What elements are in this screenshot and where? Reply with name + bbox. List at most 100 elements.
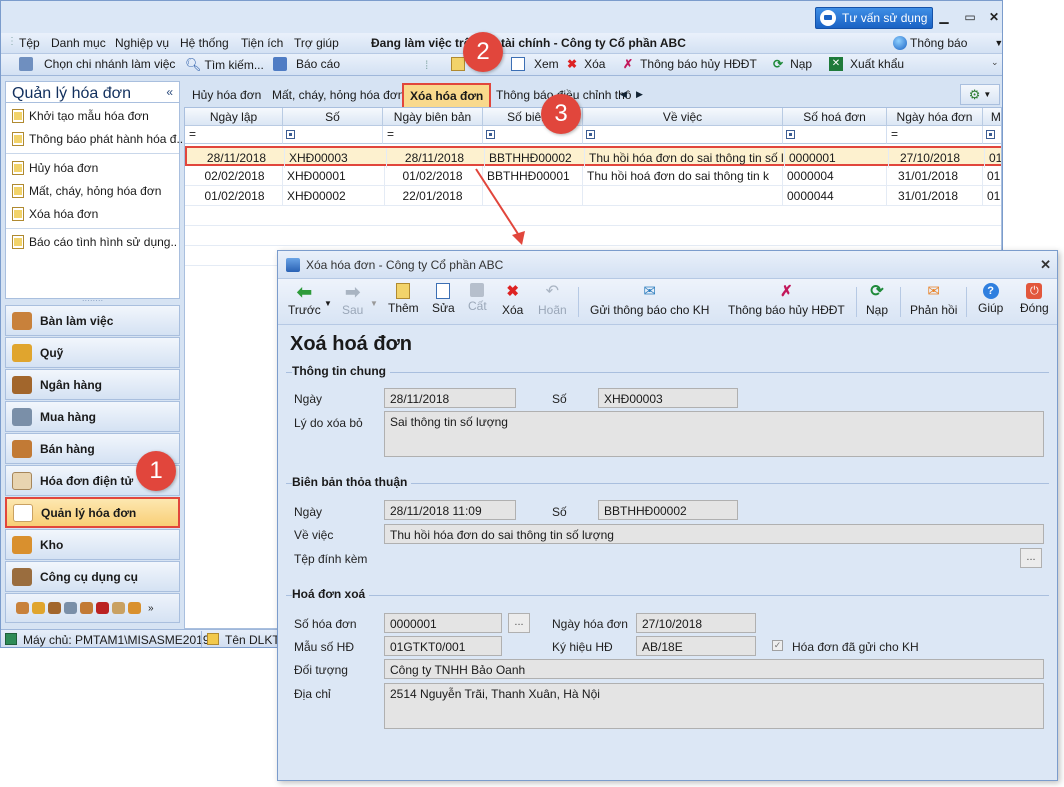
object-field[interactable]: Công ty TNHH Bảo Oanh xyxy=(384,659,1044,679)
symbol-field[interactable]: AB/18E xyxy=(636,636,756,656)
save-button[interactable]: Cất xyxy=(468,283,487,313)
filter-cell[interactable]: = xyxy=(383,126,483,144)
module-purchase[interactable]: Mua hàng xyxy=(5,401,180,432)
column-header[interactable]: Ngày hóa đơn xyxy=(887,108,983,126)
postpone-button[interactable]: ↶ Hoãn xyxy=(538,283,567,317)
agreement-number-field[interactable]: BBTHHĐ00002 xyxy=(598,500,738,520)
grid-settings-button[interactable]: ⚙︎ ▼ xyxy=(960,84,1000,105)
desk-icon xyxy=(12,311,32,330)
column-header[interactable]: Số hoá đơn xyxy=(783,108,887,126)
minimize-button[interactable]: ▁ xyxy=(935,9,953,25)
subject-field[interactable]: Thu hồi hóa đơn do sai thông tin số lượn… xyxy=(384,524,1044,544)
filter-cell[interactable] xyxy=(583,126,783,144)
next-dropdown-icon[interactable]: ▼ xyxy=(370,299,378,308)
tab-scroll-left-icon[interactable]: ◀ xyxy=(620,89,627,100)
task-item-cancel-invoice[interactable]: Hủy hóa đơn xyxy=(12,161,98,175)
column-header[interactable]: Ngày lập xyxy=(185,108,283,126)
tab-lost-invoice[interactable]: Mất, cháy, hỏng hóa đơn xyxy=(272,85,404,107)
cash-icon[interactable] xyxy=(32,602,45,614)
export-button[interactable]: ✕ Xuất khẩu xyxy=(829,57,904,71)
next-button[interactable]: ➡ Sau xyxy=(342,283,363,317)
menu-utilities[interactable]: Tiện ích xyxy=(241,36,283,50)
column-header[interactable]: Số xyxy=(283,108,383,126)
module-bank[interactable]: Ngân hàng xyxy=(5,369,180,400)
filter-cell[interactable] xyxy=(783,126,887,144)
table-row-selected[interactable]: 28/11/2018 XHĐ00003 28/11/2018 BBTHHĐ000… xyxy=(185,146,1001,168)
module-invoice-management[interactable]: Quản lý hóa đơn xyxy=(5,497,180,528)
cancel-notice-button[interactable]: ✗ Thông báo hủy HĐĐT xyxy=(623,57,757,71)
feedback-button[interactable]: ✉ Phản hồi xyxy=(910,283,957,317)
maximize-button[interactable]: ▭ xyxy=(961,9,979,25)
add-button[interactable] xyxy=(451,57,465,71)
filter-cell[interactable] xyxy=(283,126,383,144)
sales-icon[interactable] xyxy=(80,602,93,614)
table-row[interactable]: 02/02/2018 XHĐ00001 01/02/2018 BBTHHĐ000… xyxy=(185,166,1001,186)
menu-help[interactable]: Trợ giúp xyxy=(294,36,339,50)
collapse-icon[interactable]: « xyxy=(166,85,173,99)
branch-button[interactable]: Chọn chi nhánh làm việc xyxy=(19,57,175,71)
module-inventory[interactable]: Kho xyxy=(5,529,180,560)
cancel-notice-button[interactable]: ✗ Thông báo hủy HĐĐT xyxy=(728,283,845,317)
consult-button[interactable]: Tư vấn sử dụng xyxy=(815,7,933,29)
table-row[interactable]: 01/02/2018 XHĐ00002 22/01/2018 0000044 3… xyxy=(185,186,1001,206)
invoice-lookup-button[interactable]: ... xyxy=(508,613,530,633)
purchase-icon[interactable] xyxy=(64,602,77,614)
task-item-delete-invoice[interactable]: Xóa hóa đơn xyxy=(12,207,98,221)
filter-cell[interactable]: = xyxy=(887,126,983,144)
reload-button[interactable]: ⟳ Nạp xyxy=(866,283,888,317)
menu-file[interactable]: Tệp xyxy=(19,36,40,50)
edit-button[interactable]: Sửa xyxy=(432,283,455,315)
task-item-usage-report[interactable]: Báo cáo tình hình sử dụng.. xyxy=(12,235,177,249)
column-header[interactable]: Mẫu xyxy=(983,108,1001,126)
reload-button[interactable]: ⟳ Nạp xyxy=(773,57,812,71)
close-button[interactable]: ✕ xyxy=(985,9,1002,25)
number-field[interactable]: XHĐ00003 xyxy=(598,388,738,408)
date-field[interactable]: 28/11/2018 xyxy=(384,388,516,408)
agreement-date-field[interactable]: 28/11/2018 11:09 xyxy=(384,500,516,520)
tab-cancel-invoice[interactable]: Hủy hóa đơn xyxy=(192,85,261,107)
task-item-release-notice[interactable]: Thông báo phát hành hóa đ.. xyxy=(12,132,183,146)
inventory-icon[interactable] xyxy=(128,602,141,614)
address-field[interactable]: 2514 Nguyễn Trãi, Thanh Xuân, Hà Nội xyxy=(384,683,1044,729)
tab-delete-invoice[interactable]: Xóa hóa đơn xyxy=(402,83,492,109)
filter-cell[interactable]: = xyxy=(185,126,283,144)
send-notice-button[interactable]: ✉ Gửi thông báo cho KH xyxy=(590,283,709,317)
reason-field[interactable]: Sai thông tin số lượng xyxy=(384,411,1044,457)
template-field[interactable]: 01GTKT0/001 xyxy=(384,636,502,656)
cell-template: 01G xyxy=(987,166,1001,186)
view-button[interactable]: Xem xyxy=(511,57,559,71)
attachment-browse-button[interactable]: ... xyxy=(1020,548,1042,568)
filter-cell[interactable] xyxy=(983,126,1001,144)
invoice-number-field[interactable]: 0000001 xyxy=(384,613,502,633)
module-cash[interactable]: Quỹ xyxy=(5,337,180,368)
task-item-lost-invoice[interactable]: Mất, cháy, hỏng hóa đơn xyxy=(12,184,161,198)
column-header[interactable]: Ngày biên bản xyxy=(383,108,483,126)
previous-dropdown-icon[interactable]: ▼ xyxy=(324,299,332,308)
delete-button[interactable]: ✖ Xóa xyxy=(502,283,523,317)
menu-system[interactable]: Hệ thống xyxy=(180,36,229,50)
delete-button[interactable]: ✖ Xóa xyxy=(567,57,605,71)
module-desk[interactable]: Bàn làm việc xyxy=(5,305,180,336)
desk-icon[interactable] xyxy=(16,602,29,614)
e-invoice-icon[interactable] xyxy=(96,602,109,614)
sent-checkbox[interactable]: ✓ xyxy=(772,640,783,651)
menu-operations[interactable]: Nghiệp vụ xyxy=(115,36,169,50)
toolbar-overflow-icon[interactable]: ⌄ xyxy=(991,57,999,68)
report-button[interactable]: Báo cáo xyxy=(273,57,340,71)
help-button[interactable]: ? Giúp xyxy=(978,283,1003,315)
invoice-management-icon[interactable] xyxy=(112,602,125,614)
previous-button[interactable]: ⬅ Trước xyxy=(288,283,321,317)
module-tools[interactable]: Công cụ dụng cụ xyxy=(5,561,180,592)
notification-menu[interactable]: Thông báo ▼ xyxy=(893,36,1002,50)
menu-catalog[interactable]: Danh mục xyxy=(51,36,106,50)
close-dialog-button[interactable]: ⏻ Đóng xyxy=(1020,283,1049,315)
bank-icon[interactable] xyxy=(48,602,61,614)
invoice-date-field[interactable]: 27/10/2018 xyxy=(636,613,756,633)
add-button[interactable]: Thêm xyxy=(388,283,419,315)
dialog-close-icon[interactable]: ✕ xyxy=(1040,257,1051,273)
tab-scroll-right-icon[interactable]: ▶ xyxy=(636,89,643,100)
more-modules-icon[interactable]: » xyxy=(148,603,154,614)
column-header[interactable]: Về việc xyxy=(583,108,783,126)
search-button[interactable]: 🔍︎ Tìm kiếm... xyxy=(185,57,264,73)
task-item-create-template[interactable]: Khởi tạo mẫu hóa đơn xyxy=(12,109,149,123)
